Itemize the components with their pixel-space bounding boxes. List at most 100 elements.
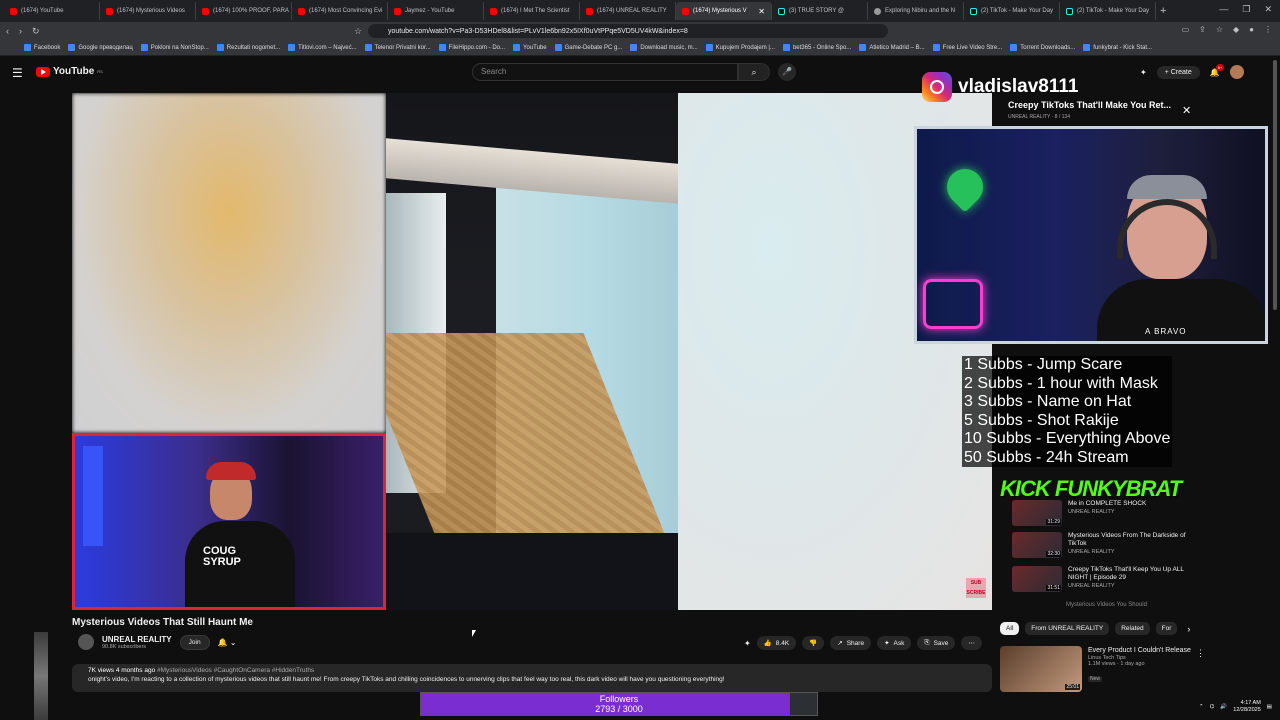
subscribe-watermark[interactable]: SUB SCRIBE xyxy=(966,578,986,598)
bookmark-item[interactable]: Facebook xyxy=(24,44,60,51)
video-thumbnail: 25:01 xyxy=(1000,646,1082,692)
browser-tab[interactable]: (1674) UNREAL REALITY xyxy=(580,2,676,20)
recommendation-title: Mysterious Videos From The Darkside of T… xyxy=(1068,532,1186,547)
notification-center-icon[interactable]: ▤ xyxy=(1267,704,1272,710)
voice-search-button[interactable]: 🎤 xyxy=(778,63,796,81)
bookmark-item[interactable]: Google преводилац xyxy=(68,44,133,51)
chevron-right-icon[interactable]: › xyxy=(1187,624,1190,634)
studio-icon[interactable]: ✦ xyxy=(1140,68,1147,77)
sub-goal: 3 Subbs - Name on Hat xyxy=(964,393,1132,410)
browser-tab[interactable]: (2) TikTok - Make Your Day xyxy=(1060,2,1156,20)
tshirt-graphic: COUG SYRUP xyxy=(203,545,241,568)
search-button[interactable]: ⌕ xyxy=(738,63,770,81)
hashtags[interactable]: #MysteriousVideos #CaughtOnCamera #Hidde… xyxy=(157,667,314,674)
recommendation-item[interactable]: 31:29 Me in COMPLETE SHOCK UNREAL REALITY xyxy=(1012,500,1202,526)
bookmark-item[interactable]: bet365 - Online Spo... xyxy=(782,44,851,51)
youtube-icon xyxy=(682,7,689,15)
chip-from-channel[interactable]: From UNREAL REALITY xyxy=(1025,622,1110,635)
channel-name[interactable]: UNREAL REALITY xyxy=(102,635,172,644)
bookmark-favicon-icon xyxy=(782,44,790,51)
browser-tab[interactable]: Jaymez - YouTube xyxy=(388,2,484,20)
chip-all[interactable]: All xyxy=(1000,622,1020,635)
create-button[interactable]: + Create xyxy=(1156,65,1200,79)
bookmark-item[interactable]: YouTube xyxy=(513,44,547,51)
recommendation-item[interactable]: 32:30 Mysterious Videos From The Darksid… xyxy=(1012,532,1202,558)
close-window-icon[interactable]: ✕ xyxy=(1264,4,1272,15)
channel-avatar[interactable] xyxy=(78,634,94,650)
bookmark-item[interactable]: Game-Debate PC g... xyxy=(554,44,622,51)
recommendation-title[interactable]: Mysterious Videos You Should xyxy=(1066,602,1147,608)
more-actions-button[interactable]: ⋯ xyxy=(961,636,982,650)
scrollbar[interactable] xyxy=(1273,60,1277,310)
ask-button[interactable]: ✦ Ask xyxy=(877,636,912,650)
duration-badge: 32:30 xyxy=(1046,551,1061,557)
browser-tab[interactable]: (1674) Mysterious Videos xyxy=(100,2,196,20)
miniplayer-title[interactable]: Creepy TikToks That'll Make You Ret... xyxy=(1008,100,1171,110)
globe-icon xyxy=(874,7,881,15)
notifications-bell-icon[interactable]: 🔔 9+ xyxy=(1210,63,1225,77)
browser-tab-active[interactable]: (1674) Mysterious V ✕ xyxy=(676,2,772,20)
chip-related[interactable]: Related xyxy=(1115,622,1150,635)
menu-icon[interactable]: ☰ xyxy=(12,66,23,80)
browser-tab[interactable]: (2) TikTok - Make Your Day xyxy=(964,2,1060,20)
save-button[interactable]: ⎘ Save xyxy=(917,636,956,650)
star-icon[interactable]: ☆ xyxy=(1216,25,1223,34)
bookmark-item[interactable]: Kupujem Prodajem |... xyxy=(705,44,775,51)
volume-icon[interactable]: 🔊 xyxy=(1220,704,1227,710)
recommendation-channel: UNREAL REALITY xyxy=(1068,549,1115,555)
dislike-button[interactable]: 👎 xyxy=(802,636,825,650)
notification-bell-icon[interactable]: 🔔 ⌄ xyxy=(218,638,237,647)
minimize-icon[interactable]: — xyxy=(1219,4,1228,15)
bookmark-item[interactable]: FileHippo.com - Do... xyxy=(438,44,505,51)
recommendation-item[interactable]: 25:01 Every Product I Couldn't Release L… xyxy=(1000,646,1200,692)
ai-sparkle-icon[interactable]: ✦ xyxy=(744,639,751,648)
bookmark-item[interactable]: Download music, m... xyxy=(630,44,698,51)
share-icon[interactable]: ⇪ xyxy=(1199,25,1206,34)
bookmark-item[interactable]: Poklonі na NonStop... xyxy=(140,44,209,51)
browser-tab[interactable]: (3) TRUE STORY @ xyxy=(772,2,868,20)
extension-icon[interactable]: ◆ xyxy=(1233,25,1239,34)
bookmark-item[interactable]: Telenor Privatni kor... xyxy=(364,44,431,51)
search-input[interactable]: Search xyxy=(472,63,738,81)
more-options-icon[interactable]: ⋮ xyxy=(1196,648,1205,659)
bookmark-favicon-icon xyxy=(288,44,296,51)
menu-dots-icon[interactable]: ⋮ xyxy=(1264,25,1272,34)
browser-tab[interactable]: Exploring Nibiru and the N xyxy=(868,2,964,20)
share-button[interactable]: ↗ Share xyxy=(830,636,872,650)
chevron-up-icon[interactable]: ⌃ xyxy=(1199,704,1204,710)
bookmark-favicon-icon xyxy=(1010,44,1018,51)
close-icon[interactable]: ✕ xyxy=(1182,104,1191,117)
bookmark-item[interactable]: Torrent Downloads... xyxy=(1010,44,1075,51)
network-icon[interactable]: ⌬ xyxy=(1210,704,1215,710)
like-button[interactable]: 👍 8.4K xyxy=(756,636,797,650)
address-bar[interactable]: youtube.com/watch?v=Pa3-D53HDel8&list=PL… xyxy=(368,24,888,38)
bookmark-item[interactable]: Titlovi.com – Najveć... xyxy=(288,44,357,51)
back-icon[interactable]: ‹ xyxy=(6,26,9,36)
bookmark-item[interactable]: Rezultati nogomet... xyxy=(216,44,280,51)
browser-tab[interactable]: (1674) 100% PROOF, PARA xyxy=(196,2,292,20)
avatar[interactable] xyxy=(1229,65,1244,79)
maximize-icon[interactable]: ❐ xyxy=(1242,4,1250,15)
bookmark-item[interactable]: funkybrat - Kick Stat... xyxy=(1083,44,1152,51)
bookmark-item[interactable]: Free Live Video Stre... xyxy=(932,44,1002,51)
description-box[interactable]: 7K views 4 months ago #MysteriousVideos … xyxy=(72,664,992,692)
forward-icon[interactable]: › xyxy=(19,26,22,36)
clock[interactable]: 4:17 AM 12/28/2025 xyxy=(1233,700,1261,714)
youtube-logo[interactable]: YouTube RS xyxy=(36,66,103,77)
bookmark-star-icon[interactable]: ☆ xyxy=(354,26,362,37)
new-tab-icon[interactable]: + xyxy=(1160,5,1166,17)
recommendation-item[interactable]: 31:51 Creepy TikToks That'll Keep You Up… xyxy=(1012,566,1202,592)
profile-icon[interactable]: ● xyxy=(1249,25,1254,34)
bookmark-favicon-icon xyxy=(1083,44,1091,51)
video-player[interactable]: COUG SYRUP SUB SCRIBE xyxy=(72,93,992,610)
close-tab-icon[interactable]: ✕ xyxy=(758,7,765,16)
reload-icon[interactable]: ↻ xyxy=(32,26,40,37)
join-button[interactable]: Join xyxy=(179,634,210,650)
browser-tab[interactable]: (1674) Most Convincing Evi xyxy=(292,2,388,20)
chip-for-you[interactable]: For xyxy=(1155,622,1178,635)
recommendation-channel: UNREAL REALITY xyxy=(1068,509,1115,515)
screen-icon[interactable]: ▭ xyxy=(1182,25,1190,34)
browser-tab[interactable]: (1674) I Met The Scientist xyxy=(484,2,580,20)
bookmark-item[interactable]: Atletico Madrid – B... xyxy=(859,44,925,51)
browser-tab[interactable]: (1674) YouTube xyxy=(4,2,100,20)
